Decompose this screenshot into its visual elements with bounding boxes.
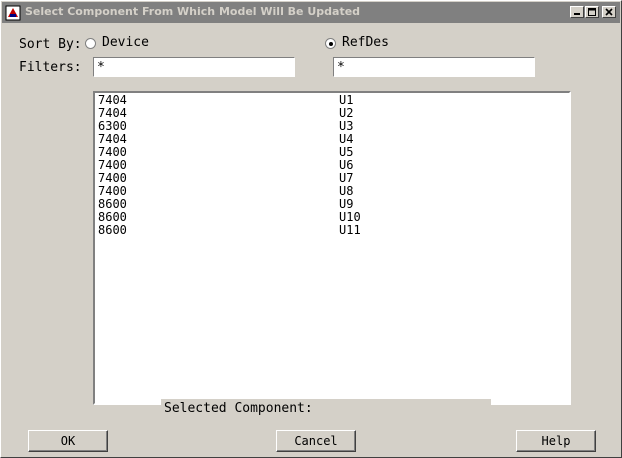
ok-button[interactable]: OK [28,430,108,452]
list-item[interactable]: 8600 U10 [98,211,568,224]
list-item[interactable]: 7404 U1 [98,94,568,107]
list-item[interactable]: 6300 U3 [98,120,568,133]
list-item[interactable]: 7404 U2 [98,107,568,120]
window-title: Select Component From Which Model Will B… [25,5,361,18]
maximize-icon [588,8,596,16]
radio-sort-refdes[interactable] [325,38,336,49]
radio-device-label[interactable]: Device [102,35,149,50]
selected-component-label: Selected Component: [164,401,313,416]
list-item[interactable]: 7400 U6 [98,159,568,172]
list-item[interactable]: 7400 U5 [98,146,568,159]
radio-selected-dot [329,42,333,46]
close-icon [605,8,613,16]
maximize-button[interactable] [585,6,599,18]
list-item[interactable]: 7400 U8 [98,185,568,198]
component-list[interactable]: 7404 U1 7404 U2 6300 U3 7404 U4 7400 U5 7400 U… [93,91,571,405]
sort-by-label: Sort By: [19,37,82,52]
list-item[interactable]: 7400 U7 [98,172,568,185]
close-button[interactable] [602,6,616,18]
title-bar[interactable]: Select Component From Which Model Will B… [2,2,620,23]
device-filter-input[interactable] [93,57,295,77]
minimize-button[interactable] [570,6,584,18]
refdes-filter-input[interactable] [333,57,535,77]
dialog-window: Select Component From Which Model Will B… [0,0,622,458]
minimize-icon [574,13,580,15]
list-item[interactable]: 8600 U11 [98,224,568,237]
radio-refdes-label[interactable]: RefDes [342,35,389,50]
list-item[interactable]: 8600 U9 [98,198,568,211]
radio-sort-device[interactable] [85,38,96,49]
list-item[interactable]: 7404 U4 [98,133,568,146]
app-icon [5,5,21,21]
help-button[interactable]: Help [516,430,596,452]
cancel-button[interactable]: Cancel [276,430,356,452]
filters-label: Filters: [19,60,82,75]
